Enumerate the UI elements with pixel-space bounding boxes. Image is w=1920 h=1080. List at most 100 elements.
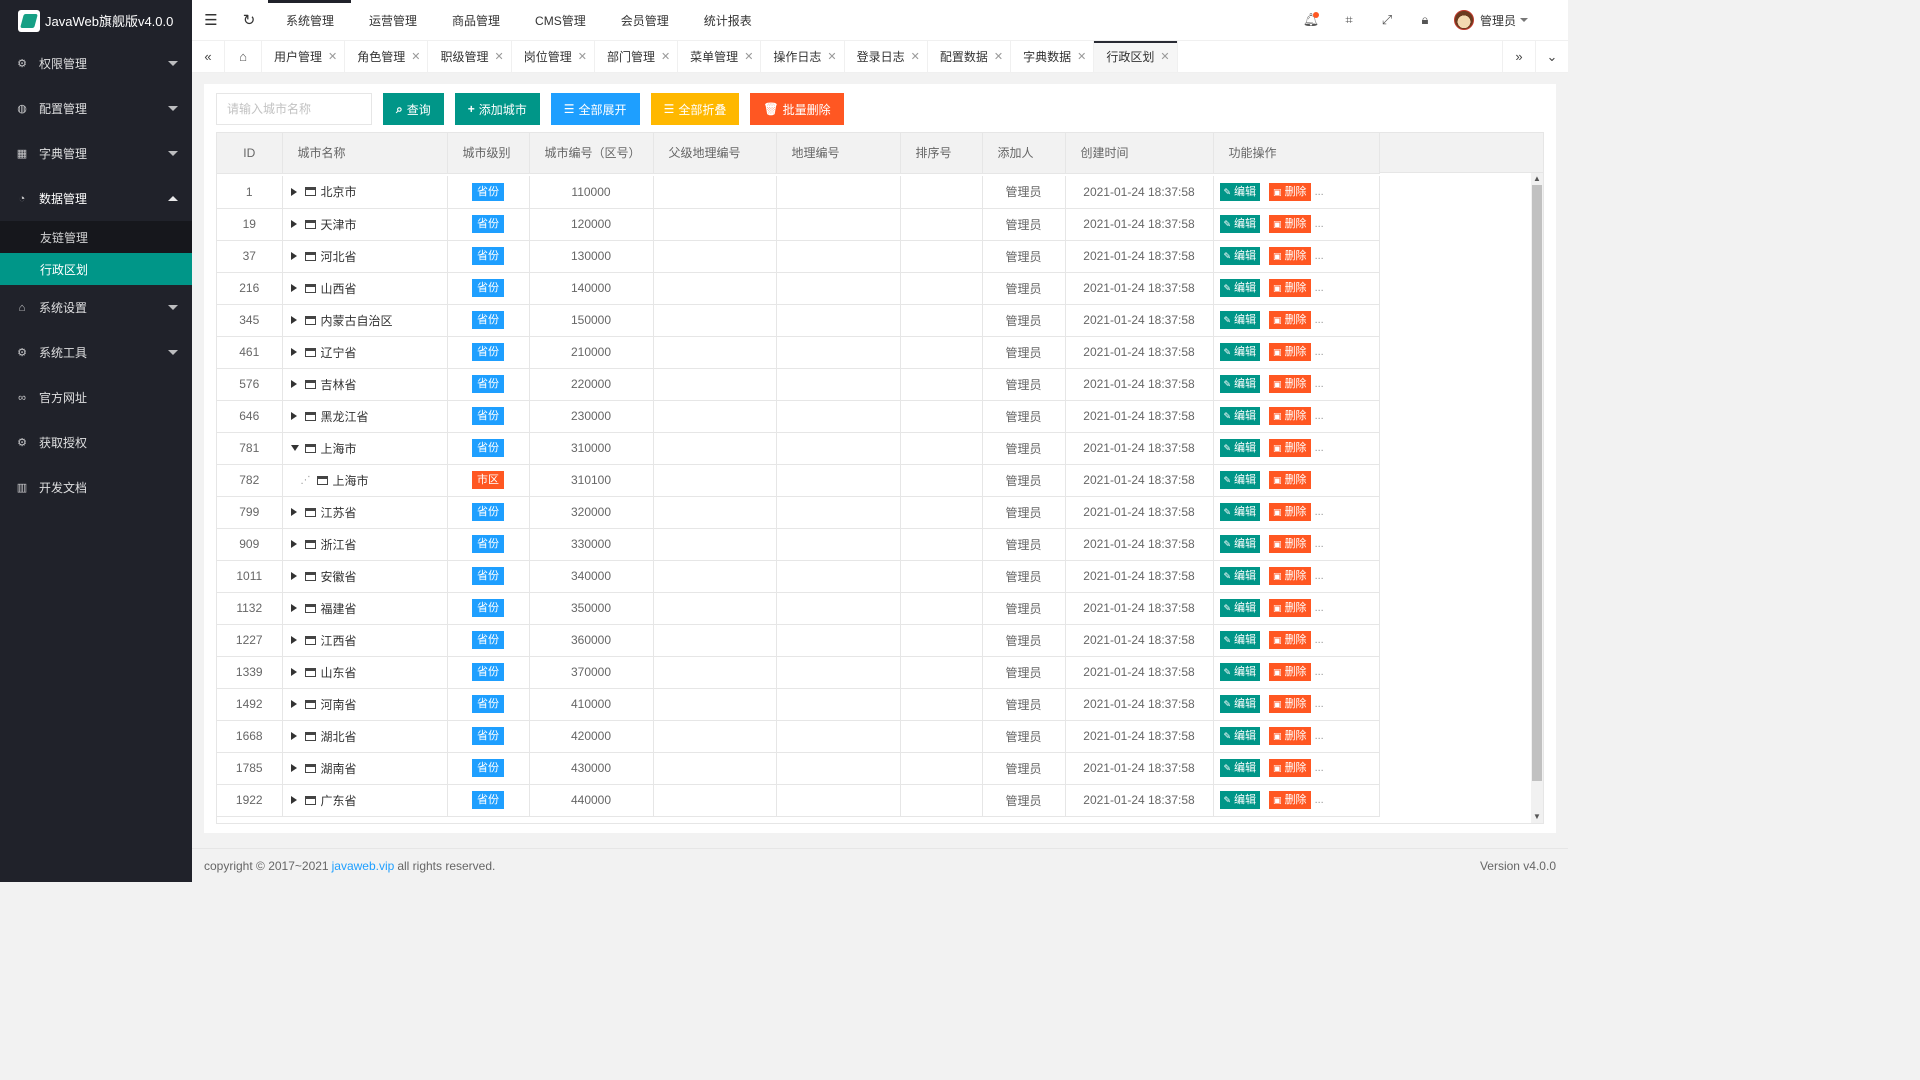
query-button[interactable]: ⌕ 查询 [383,93,444,125]
sidebar-item-7[interactable]: ⚙ 获取授权 [0,420,192,465]
close-icon[interactable]: ✕ [661,50,670,63]
delete-button[interactable]: ▣ 删除 [1269,631,1311,649]
site-link[interactable]: javaweb.vip [332,859,395,873]
logo[interactable]: JavaWeb旗舰版v4.0.0 [0,0,192,41]
page-tab[interactable]: 操作日志 ✕ [761,41,845,72]
more-icon[interactable]: ... [1315,634,1324,646]
more-icon[interactable]: ... [1315,218,1324,230]
sidebar-item-3[interactable]: ◔ 数据管理 [0,176,192,221]
caret-right-icon[interactable] [290,796,297,804]
delete-button[interactable]: ▣ 删除 [1269,407,1311,425]
close-icon[interactable]: ✕ [994,50,1003,63]
more-icon[interactable]: ... [1315,314,1324,326]
top-nav-item[interactable]: CMS管理 [517,0,603,41]
more-icon[interactable]: ... [1315,538,1324,550]
table-row[interactable]: 216 山西省 省份 140000 管理员 2021-01-24 18:37:58 ✎ 编辑 ▣… [217,272,1380,305]
edit-button[interactable]: ✎ 编辑 [1219,695,1261,713]
table-row[interactable]: 1339 山东省 省份 370000 管理员 2021-01-24 18:37:58 ✎ 编辑… [217,656,1380,689]
tabs-scroll-right-button[interactable]: » [1502,41,1535,72]
collapse-sidebar-button[interactable]: ☰ [192,0,230,41]
caret-right-icon[interactable] [290,508,297,516]
page-tab[interactable]: 岗位管理 ✕ [512,41,595,72]
more-icon[interactable]: ... [1315,506,1324,518]
table-row[interactable]: 1922 广东省 省份 440000 管理员 2021-01-24 18:37:58 ✎ 编辑… [217,784,1380,817]
more-icon[interactable]: ... [1315,410,1324,422]
home-tab[interactable]: ⌂ [225,41,262,72]
table-row[interactable]: 19 天津市 省份 120000 管理员 2021-01-24 18:37:58 ✎ 编辑 ▣ 删… [217,208,1380,241]
caret-right-icon[interactable] [290,284,297,292]
close-icon[interactable]: ✕ [744,50,753,63]
more-icon[interactable]: ... [1315,698,1324,710]
page-tab[interactable]: 菜单管理 ✕ [678,41,762,72]
caret-right-icon[interactable] [290,700,297,708]
page-tab[interactable]: 行政区划 ✕ [1094,41,1178,72]
more-icon[interactable]: ... [1315,346,1324,358]
more-icon[interactable]: ... [1315,442,1324,454]
lock-screen-button[interactable]: 🔒︎ [1406,0,1444,41]
more-icon[interactable]: ... [1315,730,1324,742]
table-row[interactable]: 1011 安徽省 省份 340000 管理员 2021-01-24 18:37:58 ✎ 编辑… [217,560,1380,593]
delete-button[interactable]: ▣ 删除 [1269,215,1311,233]
table-body[interactable]: 1 北京市 省份 110000 管理员 2021-01-24 18:37:58 ✎ 编辑 ▣ 删除… [217,173,1543,823]
page-tab[interactable]: 部门管理 ✕ [595,41,679,72]
edit-button[interactable]: ✎ 编辑 [1219,759,1261,777]
caret-right-icon[interactable] [290,380,297,388]
scroll-down-icon[interactable]: ▼ [1531,811,1543,823]
expand-all-button[interactable]: ☰ 全部展开 [550,93,640,125]
close-icon[interactable]: ✕ [1160,50,1169,63]
delete-button[interactable]: ▣ 删除 [1269,503,1311,521]
caret-right-icon[interactable] [290,220,297,228]
edit-button[interactable]: ✎ 编辑 [1219,631,1261,649]
more-icon[interactable]: ... [1315,570,1324,582]
user-menu[interactable]: 管理员 [1444,10,1568,30]
table-row[interactable]: 1668 湖北省 省份 420000 管理员 2021-01-24 18:37:58 ✎ 编辑… [217,720,1380,753]
tabs-menu-button[interactable]: ⌄ [1535,41,1568,72]
sidebar-item-8[interactable]: ▥ 开发文档 [0,465,192,510]
caret-right-icon[interactable] [290,316,297,324]
table-row[interactable]: 1 北京市 省份 110000 管理员 2021-01-24 18:37:58 ✎ 编辑 ▣ 删除… [217,176,1380,209]
table-row[interactable]: 1227 江西省 省份 360000 管理员 2021-01-24 18:37:58 ✎ 编辑… [217,624,1380,657]
top-nav-item[interactable]: 运营管理 [351,0,434,41]
more-icon[interactable]: ... [1315,250,1324,262]
page-tab[interactable]: 角色管理 ✕ [345,41,429,72]
caret-right-icon[interactable] [290,187,297,196]
page-tab[interactable]: 配置数据 ✕ [928,41,1012,72]
page-tab[interactable]: 用户管理 ✕ [262,41,346,72]
caret-right-icon[interactable] [290,732,297,740]
top-nav-item[interactable]: 会员管理 [603,0,686,41]
edit-button[interactable]: ✎ 编辑 [1219,471,1261,489]
edit-button[interactable]: ✎ 编辑 [1219,663,1261,681]
delete-button[interactable]: ▣ 删除 [1269,375,1311,393]
table-row[interactable]: 909 浙江省 省份 330000 管理员 2021-01-24 18:37:58 ✎ 编辑 ▣… [217,528,1380,561]
edit-button[interactable]: ✎ 编辑 [1219,567,1261,585]
more-icon[interactable]: ... [1315,794,1324,806]
close-icon[interactable]: ✕ [1077,50,1086,63]
delete-button[interactable]: ▣ 删除 [1269,279,1311,297]
scrollbar-thumb[interactable] [1532,185,1542,781]
caret-right-icon[interactable] [290,412,297,420]
delete-button[interactable]: ▣ 删除 [1269,535,1311,553]
close-icon[interactable]: ✕ [827,50,836,63]
caret-right-icon[interactable] [290,604,297,612]
table-row[interactable]: 799 江苏省 省份 320000 管理员 2021-01-24 18:37:58 ✎ 编辑 ▣… [217,496,1380,529]
close-icon[interactable]: ✕ [411,50,420,63]
table-row[interactable]: 461 辽宁省 省份 210000 管理员 2021-01-24 18:37:58 ✎ 编辑 ▣… [217,336,1380,369]
collapse-all-button[interactable]: ☰ 全部折叠 [650,93,740,125]
delete-button[interactable]: ▣ 删除 [1269,567,1311,585]
table-scrollbar[interactable]: ▲ ▼ [1531,173,1543,823]
delete-button[interactable]: ▣ 删除 [1269,791,1311,809]
close-icon[interactable]: ✕ [911,50,920,63]
fullscreen-button[interactable]: ⤢ [1368,0,1406,41]
caret-right-icon[interactable] [290,348,297,356]
sidebar-item-6[interactable]: ∞ 官方网址 [0,375,192,420]
edit-button[interactable]: ✎ 编辑 [1219,439,1261,457]
delete-button[interactable]: ▣ 删除 [1269,471,1311,489]
table-row[interactable]: 37 河北省 省份 130000 管理员 2021-01-24 18:37:58 ✎ 编辑 ▣ 删… [217,240,1380,273]
sidebar-item-1[interactable]: ◍ 配置管理 [0,86,192,131]
close-icon[interactable]: ✕ [328,50,337,63]
add-city-button[interactable]: + 添加城市 [454,93,540,125]
delete-button[interactable]: ▣ 删除 [1269,599,1311,617]
table-row[interactable]: 1132 福建省 省份 350000 管理员 2021-01-24 18:37:58 ✎ 编辑… [217,592,1380,625]
edit-button[interactable]: ✎ 编辑 [1219,599,1261,617]
delete-button[interactable]: ▣ 删除 [1269,439,1311,457]
